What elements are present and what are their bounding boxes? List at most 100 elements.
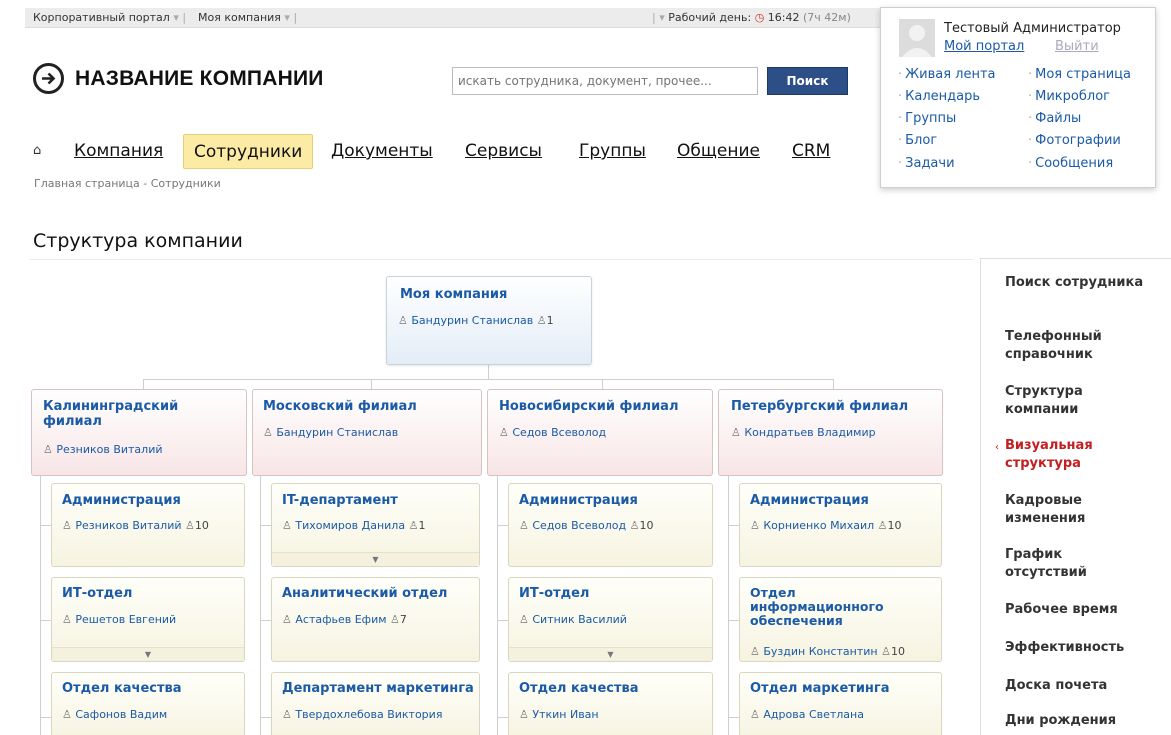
department-head[interactable]: ♙ Сафонов Вадим bbox=[62, 708, 167, 721]
search-button[interactable]: Поиск bbox=[767, 67, 848, 95]
nav-groups[interactable]: Группы bbox=[579, 134, 646, 169]
org-department[interactable]: ИТ-отдел ♙ Решетов Евгений ▼ bbox=[51, 577, 245, 662]
link-microblog[interactable]: · Микроблог bbox=[1028, 89, 1110, 104]
org-department[interactable]: Отдел качества ♙ Уткин Иван bbox=[508, 672, 713, 735]
org-root[interactable]: Моя компания ♙ Бандурин Станислав ♙1 bbox=[386, 276, 592, 365]
link-live-feed[interactable]: · Живая лента bbox=[898, 67, 996, 82]
org-department[interactable]: IT-департамент ♙ Тихомиров Данила ♙1 ▼ bbox=[271, 483, 480, 567]
link-calendar[interactable]: · Календарь bbox=[898, 89, 980, 104]
department-head[interactable]: ♙ Седов Всеволод ♙10 bbox=[519, 519, 653, 532]
department-head[interactable]: ♙ Буздин Константин ♙10 bbox=[750, 645, 905, 658]
department-head[interactable]: ♙ Резников Виталий ♙10 bbox=[62, 519, 209, 532]
department-title[interactable]: Департамент маркетинга bbox=[282, 681, 474, 696]
link-tasks[interactable]: · Задачи bbox=[898, 156, 955, 171]
avatar[interactable] bbox=[899, 19, 935, 57]
workday-widget[interactable]: | ▾ Рабочий день: ◷ 16:42 (7ч 42м) bbox=[652, 11, 851, 24]
my-portal-link[interactable]: Мой портал bbox=[944, 39, 1024, 54]
org-branch[interactable]: Калининградский филиал ♙ Резников Витали… bbox=[31, 389, 247, 476]
search-input[interactable] bbox=[452, 67, 758, 95]
nav-documents[interactable]: Документы bbox=[331, 134, 433, 169]
department-head[interactable]: ♙ Решетов Евгений bbox=[62, 613, 176, 626]
people-icon: ♙ bbox=[629, 519, 640, 532]
branch-head[interactable]: ♙ Седов Всеволод bbox=[499, 426, 606, 439]
menu-efficiency[interactable]: Эффективность bbox=[1005, 639, 1165, 657]
org-department[interactable]: Отдел качества ♙ Сафонов Вадим bbox=[51, 672, 245, 735]
department-title[interactable]: Отдел информационного обеспечения bbox=[750, 586, 920, 628]
chevron-down-icon[interactable]: ▼ bbox=[52, 647, 244, 661]
org-department[interactable]: ИТ-отдел ♙ Ситник Василий ▼ bbox=[508, 577, 713, 662]
link-messages[interactable]: · Сообщения bbox=[1028, 156, 1113, 171]
department-head[interactable]: ♙ Адрова Светлана bbox=[750, 708, 864, 721]
employee-count: 7 bbox=[399, 613, 407, 626]
department-head[interactable]: ♙ Астафьев Ефим ♙7 bbox=[282, 613, 407, 626]
department-title[interactable]: ИТ-отдел bbox=[519, 586, 589, 601]
menu-honor-board[interactable]: Доска почета bbox=[1005, 677, 1165, 695]
menu-visual-structure[interactable]: Визуальная структура bbox=[1005, 437, 1125, 473]
department-title[interactable]: Администрация bbox=[62, 493, 181, 508]
branch-title[interactable]: Новосибирский филиал bbox=[499, 399, 678, 414]
chevron-down-icon[interactable]: ▼ bbox=[272, 552, 479, 566]
arrow-left-icon: ‹ bbox=[995, 442, 999, 453]
department-title[interactable]: ИТ-отдел bbox=[62, 586, 132, 601]
branch-head[interactable]: ♙ Бандурин Станислав bbox=[263, 426, 398, 439]
nav-crm[interactable]: CRM bbox=[792, 134, 830, 169]
connector-line bbox=[497, 717, 508, 718]
nav-company[interactable]: Компания bbox=[74, 134, 163, 169]
branch-title[interactable]: Калининградский филиал bbox=[43, 399, 213, 429]
department-title[interactable]: Отдел качества bbox=[519, 681, 639, 696]
menu-company-structure[interactable]: Структура компании bbox=[1005, 383, 1125, 419]
org-department[interactable]: Отдел информационного обеспечения ♙ Бузд… bbox=[739, 577, 942, 662]
department-head[interactable]: ♙ Твердохлебова Виктория bbox=[282, 708, 442, 721]
department-title[interactable]: Администрация bbox=[519, 493, 638, 508]
portal-menu[interactable]: Корпоративный портал ▾ | bbox=[33, 11, 186, 24]
org-root-head[interactable]: ♙ Бандурин Станислав ♙1 bbox=[398, 314, 554, 327]
department-head[interactable]: ♙ Уткин Иван bbox=[519, 708, 599, 721]
menu-hr-changes[interactable]: Кадровые изменения bbox=[1005, 492, 1125, 528]
org-root-title[interactable]: Моя компания bbox=[400, 287, 507, 302]
company-menu[interactable]: Моя компания ▾ | bbox=[198, 11, 297, 24]
logout-link[interactable]: Выйти bbox=[1055, 39, 1099, 54]
org-department[interactable]: Аналитический отдел ♙ Астафьев Ефим ♙7 bbox=[271, 577, 480, 662]
nav-services[interactable]: Сервисы bbox=[465, 134, 542, 169]
nav-communication[interactable]: Общение bbox=[677, 134, 760, 169]
link-my-page[interactable]: · Моя страница bbox=[1028, 67, 1131, 82]
person-icon: ♙ bbox=[519, 519, 529, 532]
link-photos[interactable]: · Фотографии bbox=[1028, 133, 1121, 148]
department-title[interactable]: IT-департамент bbox=[282, 493, 398, 508]
branch-title[interactable]: Московский филиал bbox=[263, 399, 417, 414]
department-head[interactable]: ♙ Тихомиров Данила ♙1 bbox=[282, 519, 425, 532]
org-branch[interactable]: Московский филиал ♙ Бандурин Станислав bbox=[252, 389, 482, 476]
link-groups[interactable]: · Группы bbox=[898, 111, 956, 126]
breadcrumb-home[interactable]: Главная страница bbox=[34, 177, 140, 190]
link-files[interactable]: · Файлы bbox=[1028, 111, 1081, 126]
org-department[interactable]: Администрация ♙ Резников Виталий ♙10 bbox=[51, 483, 245, 567]
department-title[interactable]: Аналитический отдел bbox=[282, 586, 447, 601]
branch-title[interactable]: Петербургский филиал bbox=[731, 399, 908, 414]
menu-birthdays[interactable]: Дни рождения bbox=[1005, 712, 1165, 730]
breadcrumb-separator: - bbox=[143, 177, 148, 190]
menu-employee-search[interactable]: Поиск сотрудника bbox=[1005, 274, 1145, 292]
branch-head[interactable]: ♙ Резников Виталий bbox=[43, 443, 163, 456]
company-logo[interactable]: НАЗВАНИЕ КОМПАНИИ bbox=[33, 63, 324, 94]
department-head[interactable]: ♙ Корниенко Михаил ♙10 bbox=[750, 519, 902, 532]
department-title[interactable]: Отдел маркетинга bbox=[750, 681, 889, 696]
link-blog[interactable]: · Блог bbox=[898, 133, 937, 148]
org-branch[interactable]: Петербургский филиал ♙ Кондратьев Владим… bbox=[718, 389, 943, 476]
org-department[interactable]: Департамент маркетинга ♙ Твердохлебова В… bbox=[271, 672, 480, 735]
department-title[interactable]: Администрация bbox=[750, 493, 869, 508]
org-department[interactable]: Администрация ♙ Седов Всеволод ♙10 bbox=[508, 483, 713, 567]
menu-work-time[interactable]: Рабочее время bbox=[1005, 601, 1165, 619]
department-title[interactable]: Отдел качества bbox=[62, 681, 182, 696]
org-branch[interactable]: Новосибирский филиал ♙ Седов Всеволод bbox=[487, 389, 713, 476]
nav-employees[interactable]: Сотрудники bbox=[183, 134, 314, 169]
connector-line bbox=[143, 379, 834, 380]
menu-phone-directory[interactable]: Телефонный справочник bbox=[1005, 328, 1145, 364]
department-head[interactable]: ♙ Ситник Василий bbox=[519, 613, 627, 626]
org-department[interactable]: Отдел маркетинга ♙ Адрова Светлана bbox=[739, 672, 942, 735]
home-icon[interactable]: ⌂ bbox=[33, 143, 41, 158]
chevron-down-icon[interactable]: ▼ bbox=[509, 647, 712, 661]
menu-absence-chart[interactable]: График отсутствий bbox=[1005, 546, 1125, 582]
head-name: Седов Всеволод bbox=[532, 519, 627, 532]
org-department[interactable]: Администрация ♙ Корниенко Михаил ♙10 bbox=[739, 483, 942, 567]
branch-head[interactable]: ♙ Кондратьев Владимир bbox=[731, 426, 876, 439]
